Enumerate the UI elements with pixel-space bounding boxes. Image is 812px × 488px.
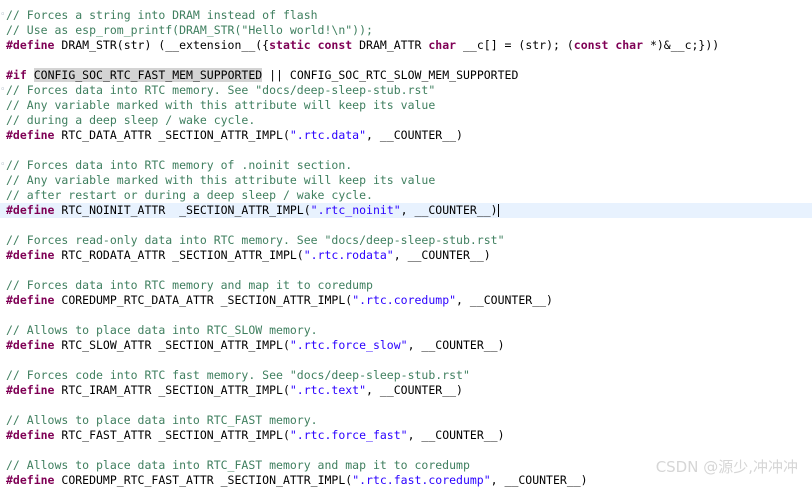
- code-comment: // Forces a string into DRAM instead of …: [6, 8, 318, 22]
- code-identifier: || CONFIG_SOC_RTC_SLOW_MEM_SUPPORTED: [262, 68, 519, 82]
- code-line[interactable]: // Forces code into RTC fast memory. See…: [6, 368, 470, 383]
- code-comment: // Any variable marked with this attribu…: [6, 98, 436, 112]
- code-line[interactable]: // Allows to place data into RTC_FAST me…: [6, 413, 318, 428]
- csdn-watermark: CSDN @源少,冲冲冲: [655, 458, 798, 476]
- code-editor[interactable]: ◦// Forces a string into DRAM instead of…: [0, 0, 812, 488]
- code-comment: // Allows to place data into RTC_SLOW me…: [6, 323, 318, 337]
- code-line[interactable]: // Forces data into RTC memory. See "doc…: [6, 83, 435, 98]
- code-identifier: RTC_RODATA_ATTR _SECTION_ATTR_IMPL(: [54, 248, 304, 262]
- code-line[interactable]: #if CONFIG_SOC_RTC_FAST_MEM_SUPPORTED ||…: [6, 68, 518, 83]
- code-comment: // during a deep sleep / wake cycle.: [6, 113, 256, 127]
- code-line[interactable]: // Any variable marked with this attribu…: [6, 98, 435, 113]
- code-identifier: RTC_IRAM_ATTR _SECTION_ATTR_IMPL(: [54, 383, 290, 397]
- code-keyword: #define: [6, 293, 55, 307]
- code-identifier: DRAM_ATTR: [352, 38, 429, 52]
- code-line[interactable]: // Forces a string into DRAM instead of …: [6, 8, 318, 23]
- code-comment: // Use as esp_rom_printf(DRAM_STR("Hello…: [6, 23, 373, 37]
- code-identifier: *)&__c;})): [643, 38, 720, 52]
- code-identifier: , __COUNTER__): [366, 383, 463, 397]
- code-keyword: #define: [6, 248, 55, 262]
- code-line[interactable]: #define RTC_DATA_ATTR _SECTION_ATTR_IMPL…: [6, 128, 463, 143]
- code-line[interactable]: // after restart or during a deep sleep …: [6, 188, 373, 203]
- code-identifier: , __COUNTER__): [366, 128, 463, 142]
- code-line[interactable]: #define RTC_RODATA_ATTR _SECTION_ATTR_IM…: [6, 248, 491, 263]
- code-comment: // Forces data into RTC memory of .noini…: [6, 158, 353, 172]
- code-string: ".rtc.force_fast": [289, 428, 408, 442]
- code-keyword: #if: [6, 68, 27, 82]
- code-identifier: , __COUNTER__): [407, 428, 505, 442]
- code-line[interactable]: // Forces read-only data into RTC memory…: [6, 233, 505, 248]
- code-highlight: CONFIG_SOC_RTC_FAST_MEM_SUPPORTED: [33, 68, 263, 82]
- code-comment: // Any variable marked with this attribu…: [6, 173, 436, 187]
- code-identifier: , __COUNTER__): [456, 293, 553, 307]
- code-line[interactable]: // Forces data into RTC memory of .noini…: [6, 158, 352, 173]
- code-line[interactable]: #define COREDUMP_RTC_DATA_ATTR _SECTION_…: [6, 293, 553, 308]
- code-comment: // Forces code into RTC fast memory. See…: [6, 368, 470, 382]
- code-identifier: RTC_FAST_ATTR _SECTION_ATTR_IMPL(: [54, 428, 290, 442]
- fold-marker-icon[interactable]: ◦: [0, 83, 5, 98]
- code-identifier: DRAM_STR(str) (__extension__({: [54, 38, 270, 52]
- code-keyword: #define: [6, 38, 55, 52]
- code-line[interactable]: // during a deep sleep / wake cycle.: [6, 113, 255, 128]
- code-comment: // Allows to place data into RTC_FAST me…: [6, 458, 470, 472]
- code-identifier: RTC_SLOW_ATTR _SECTION_ATTR_IMPL(: [54, 338, 290, 352]
- code-identifier: RTC_NOINIT_ATTR _SECTION_ATTR_IMPL(: [54, 203, 311, 217]
- code-line[interactable]: #define COREDUMP_RTC_FAST_ATTR _SECTION_…: [6, 473, 588, 488]
- code-comment: // Allows to place data into RTC_FAST me…: [6, 413, 318, 427]
- code-string: ".rtc_noinit": [310, 203, 401, 217]
- code-identifier: , __COUNTER__): [393, 248, 491, 262]
- text-caret: [497, 204, 499, 217]
- code-line[interactable]: #define RTC_FAST_ATTR _SECTION_ATTR_IMPL…: [6, 428, 505, 443]
- code-keyword: #define: [6, 383, 55, 397]
- code-keyword: #define: [6, 128, 55, 142]
- code-identifier: [27, 68, 34, 82]
- code-string: ".rtc.data": [289, 128, 367, 142]
- code-keyword: char: [428, 38, 457, 52]
- code-keyword: const char: [573, 38, 644, 52]
- code-line-current[interactable]: #define RTC_NOINIT_ATTR _SECTION_ATTR_IM…: [0, 203, 812, 218]
- code-line[interactable]: #define RTC_SLOW_ATTR _SECTION_ATTR_IMPL…: [6, 338, 505, 353]
- code-identifier: COREDUMP_RTC_FAST_ATTR _SECTION_ATTR_IMP…: [54, 473, 353, 487]
- code-line[interactable]: // Forces data into RTC memory and map i…: [6, 278, 373, 293]
- code-identifier: RTC_DATA_ATTR _SECTION_ATTR_IMPL(: [54, 128, 290, 142]
- code-comment: // after restart or during a deep sleep …: [6, 188, 373, 202]
- fold-marker-icon[interactable]: ◦: [0, 8, 5, 23]
- code-keyword: static const: [269, 38, 353, 52]
- code-string: ".rtc.fast.coredump": [352, 473, 491, 487]
- code-comment: // Forces data into RTC memory. See "doc…: [6, 83, 436, 97]
- code-comment: // Forces data into RTC memory and map i…: [6, 278, 373, 292]
- code-keyword: #define: [6, 428, 55, 442]
- code-keyword: #define: [6, 203, 55, 217]
- code-identifier: COREDUMP_RTC_DATA_ATTR _SECTION_ATTR_IMP…: [54, 293, 353, 307]
- code-line[interactable]: #define RTC_IRAM_ATTR _SECTION_ATTR_IMPL…: [6, 383, 463, 398]
- code-identifier: , __COUNTER__): [490, 473, 588, 487]
- code-string: ".rtc.rodata": [303, 248, 394, 262]
- code-identifier: __c[] = (str); (: [456, 38, 574, 52]
- code-string: ".rtc.coredump": [352, 293, 457, 307]
- code-line[interactable]: // Allows to place data into RTC_FAST me…: [6, 458, 470, 473]
- code-line[interactable]: // Any variable marked with this attribu…: [6, 173, 435, 188]
- code-keyword: #define: [6, 473, 55, 487]
- code-string: ".rtc.force_slow": [289, 338, 408, 352]
- fold-marker-icon[interactable]: ◦: [0, 158, 5, 173]
- code-line[interactable]: #define DRAM_STR(str) (__extension__({st…: [6, 38, 719, 53]
- code-comment: // Forces read-only data into RTC memory…: [6, 233, 505, 247]
- code-identifier: , __COUNTER__): [400, 203, 498, 217]
- code-string: ".rtc.text": [289, 383, 367, 397]
- code-identifier: , __COUNTER__): [407, 338, 505, 352]
- code-keyword: #define: [6, 338, 55, 352]
- code-line[interactable]: // Allows to place data into RTC_SLOW me…: [6, 323, 318, 338]
- code-line[interactable]: // Use as esp_rom_printf(DRAM_STR("Hello…: [6, 23, 373, 38]
